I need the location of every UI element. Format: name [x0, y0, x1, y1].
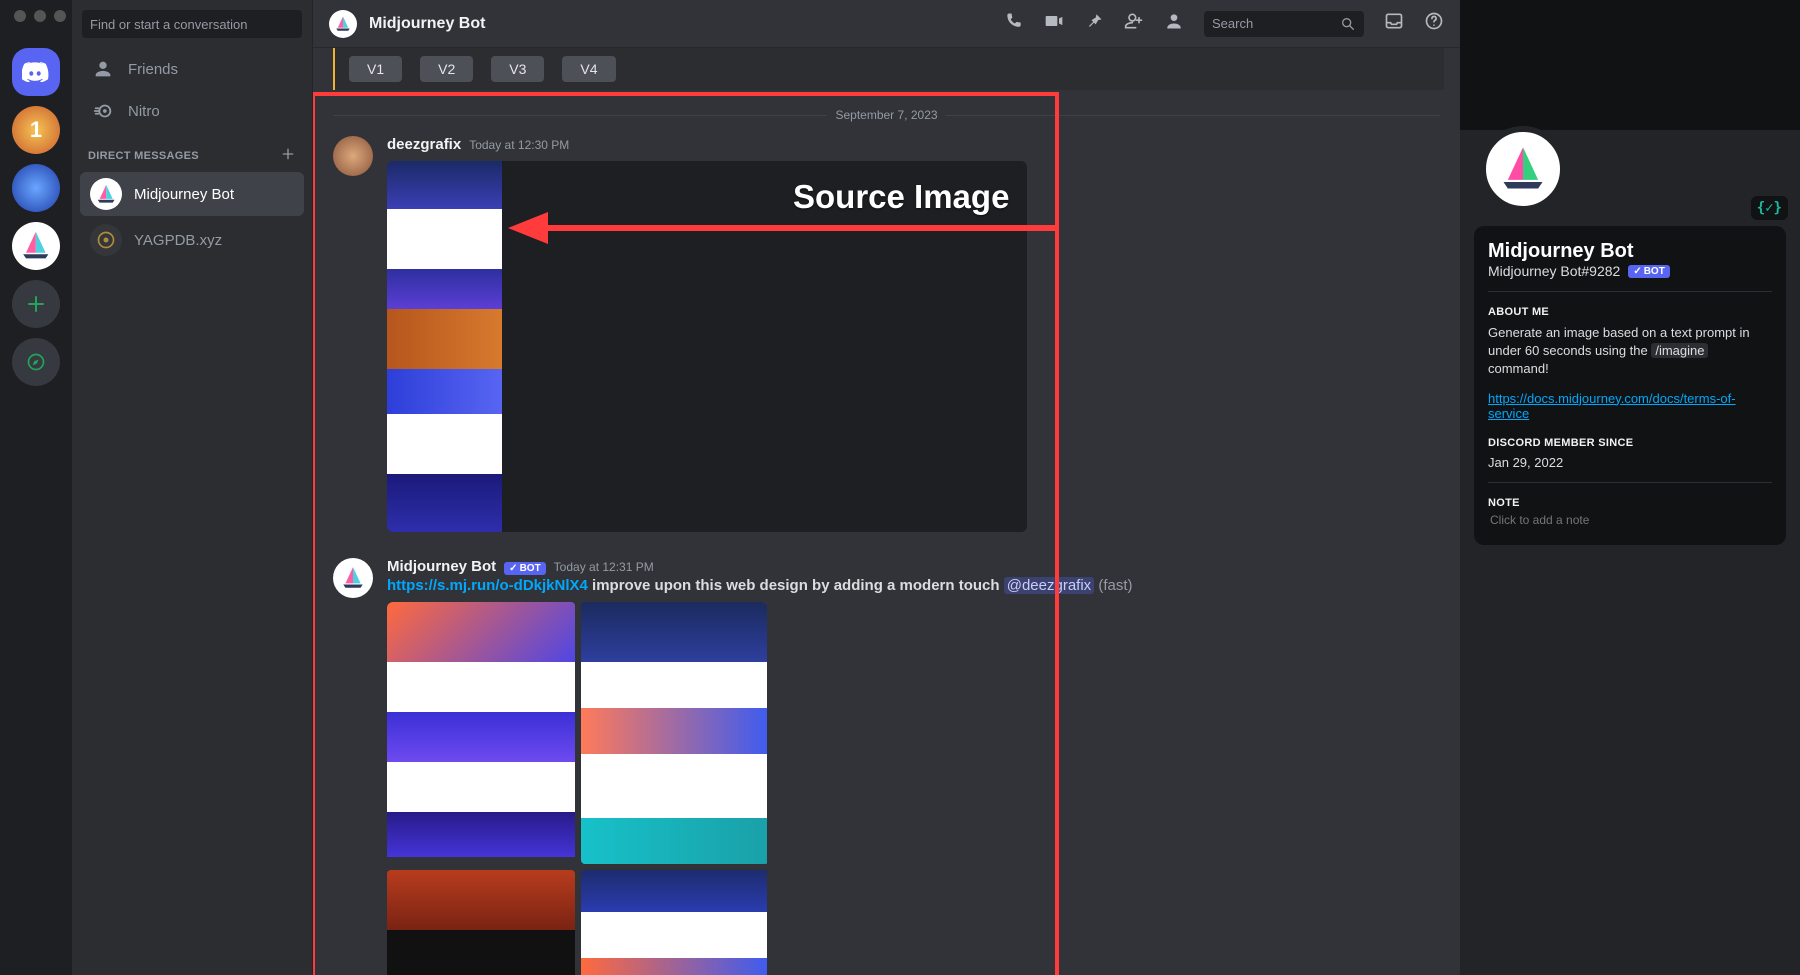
voice-call-button[interactable]	[1004, 11, 1024, 36]
dm-section-header: DIRECT MESSAGES	[72, 132, 312, 171]
server-item-2[interactable]	[12, 164, 60, 212]
friends-label: Friends	[128, 61, 178, 78]
member-since-value: Jan 29, 2022	[1488, 455, 1772, 470]
profile-avatar[interactable]	[1480, 126, 1566, 212]
explore-servers-button[interactable]	[12, 338, 60, 386]
date-divider-text: September 7, 2023	[835, 108, 937, 122]
avatar[interactable]	[333, 136, 373, 176]
dm-header-text: DIRECT MESSAGES	[88, 150, 199, 162]
dm-sidebar: Find or start a conversation Friends Nit…	[72, 0, 312, 975]
grid-quadrant[interactable]	[387, 602, 575, 864]
slash-command: /imagine	[1651, 343, 1708, 358]
window-controls[interactable]	[0, 12, 66, 20]
friends-nav[interactable]: Friends	[80, 50, 304, 88]
profile-tag-row: Midjourney Bot#9282 ✓ BOT	[1488, 263, 1772, 279]
server-item-1[interactable]: 1	[12, 106, 60, 154]
v2-button[interactable]: V2	[420, 56, 473, 82]
search-placeholder: Search	[1212, 16, 1253, 31]
chat-header: Midjourney Bot Search	[313, 0, 1460, 48]
profile-panel: {✓} Midjourney Bot Midjourney Bot#9282 ✓…	[1460, 0, 1800, 975]
profile-button[interactable]	[1164, 11, 1184, 36]
note-input[interactable]	[1488, 509, 1772, 531]
profile-badges[interactable]: {✓}	[1751, 196, 1788, 220]
avatar[interactable]	[333, 558, 373, 598]
v4-button[interactable]: V4	[562, 56, 615, 82]
avatar	[90, 224, 122, 256]
mode-suffix: (fast)	[1094, 577, 1132, 594]
nitro-icon	[92, 100, 114, 122]
message-link[interactable]: https://s.mj.run/o-dDkjkNlX4	[387, 577, 588, 594]
image-grid-attachment[interactable]	[387, 602, 767, 975]
nitro-nav[interactable]: Nitro	[80, 92, 304, 130]
video-call-button[interactable]	[1044, 11, 1064, 36]
search-icon	[1340, 16, 1356, 32]
note-header: NOTE	[1488, 497, 1772, 509]
message-time: Today at 12:31 PM	[554, 560, 654, 574]
minimize-dot[interactable]	[34, 10, 46, 22]
friends-icon	[92, 58, 114, 80]
pin-button[interactable]	[1084, 11, 1104, 36]
chat-title: Midjourney Bot	[369, 15, 485, 33]
dm-item-midjourney[interactable]: Midjourney Bot	[80, 172, 304, 216]
profile-banner	[1460, 0, 1800, 130]
v1-button[interactable]: V1	[349, 56, 402, 82]
grid-quadrant[interactable]	[581, 602, 767, 864]
reply-context: V1 V2 V3 V4	[333, 48, 1444, 90]
chat-area: Midjourney Bot Search V1 V2	[312, 0, 1460, 975]
bot-badge: ✓ BOT	[504, 562, 546, 575]
grid-quadrant[interactable]	[387, 870, 575, 975]
profile-tag: Midjourney Bot#9282	[1488, 263, 1620, 279]
v3-button[interactable]: V3	[491, 56, 544, 82]
message-text: https://s.mj.run/o-dDkjkNlX4 improve upo…	[387, 577, 1440, 594]
find-conversation-placeholder: Find or start a conversation	[90, 17, 248, 32]
message: deezgrafix Today at 12:30 PM	[313, 132, 1460, 532]
discord-home-button[interactable]	[12, 48, 60, 96]
message-attachment[interactable]	[387, 161, 1027, 532]
dm-item-yagpdb[interactable]: YAGPDB.xyz	[80, 218, 304, 262]
avatar	[90, 178, 122, 210]
dm-item-label: YAGPDB.xyz	[134, 232, 222, 249]
header-avatar	[329, 10, 357, 38]
grid-quadrant[interactable]	[581, 870, 767, 975]
dm-item-label: Midjourney Bot	[134, 186, 234, 203]
add-friend-button[interactable]	[1124, 11, 1144, 36]
help-button[interactable]	[1424, 11, 1444, 36]
date-divider: September 7, 2023	[333, 108, 1440, 122]
zoom-dot[interactable]	[54, 10, 66, 22]
server-rail: 1	[0, 0, 72, 975]
user-mention[interactable]: @deezgrafix	[1004, 577, 1094, 594]
chat-scroll[interactable]: V1 V2 V3 V4 September 7, 2023 deezgrafix…	[313, 48, 1460, 975]
profile-name: Midjourney Bot	[1488, 240, 1772, 263]
bot-badge: ✓ BOT	[1628, 265, 1670, 278]
profile-card: Midjourney Bot Midjourney Bot#9282 ✓ BOT…	[1474, 226, 1786, 545]
nitro-label: Nitro	[128, 103, 160, 120]
add-server-button[interactable]	[12, 280, 60, 328]
about-header: ABOUT ME	[1488, 306, 1772, 318]
close-dot[interactable]	[14, 10, 26, 22]
server-item-midjourney[interactable]	[12, 222, 60, 270]
message-username[interactable]: Midjourney Bot	[387, 558, 496, 575]
message-time: Today at 12:30 PM	[469, 138, 569, 152]
new-dm-button[interactable]	[280, 146, 296, 165]
member-since-header: DISCORD MEMBER SINCE	[1488, 437, 1772, 449]
prompt-text: improve upon this web design by adding a…	[588, 577, 1000, 594]
tos-link[interactable]: https://docs.midjourney.com/docs/terms-o…	[1488, 391, 1736, 421]
message-username[interactable]: deezgrafix	[387, 136, 461, 153]
about-text: Generate an image based on a text prompt…	[1488, 324, 1772, 379]
find-conversation-button[interactable]: Find or start a conversation	[82, 10, 302, 38]
inbox-button[interactable]	[1384, 11, 1404, 36]
search-input[interactable]: Search	[1204, 11, 1364, 37]
message: Midjourney Bot ✓ BOT Today at 12:31 PM h…	[313, 554, 1460, 975]
